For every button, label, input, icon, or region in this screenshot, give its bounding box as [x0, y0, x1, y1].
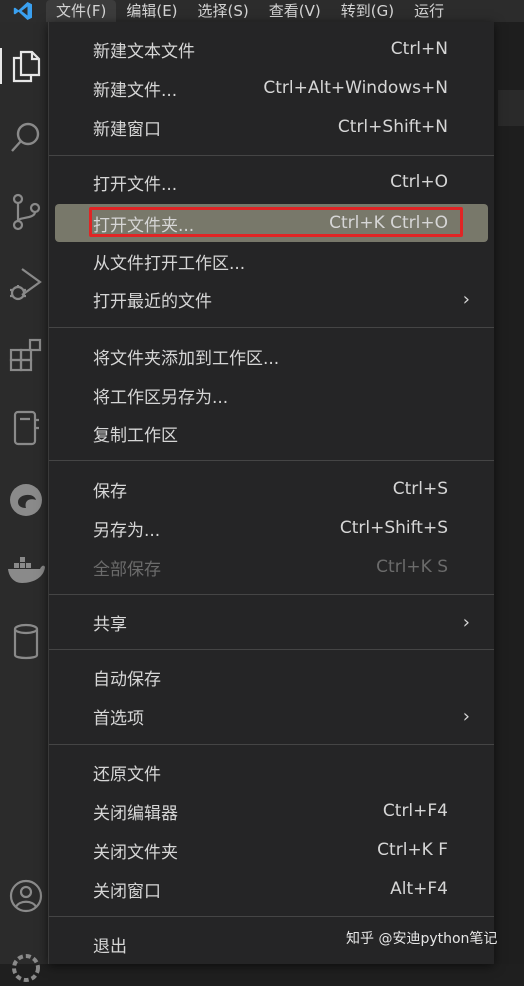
menu-item-save-workspace-as[interactable]: 将工作区另存为... — [55, 377, 488, 413]
menu-item-add-folder-to-workspace[interactable]: 将文件夹添加到工作区... — [55, 338, 488, 374]
database-icon[interactable] — [0, 620, 52, 664]
menu-item-close-folder[interactable]: 关闭文件夹 Ctrl+K F — [55, 832, 488, 868]
menu-separator — [49, 744, 494, 745]
menu-item-open-recent[interactable]: 打开最近的文件 › — [55, 281, 488, 317]
editor-tab-strip — [498, 90, 524, 126]
menu-item-auto-save[interactable]: 自动保存 — [55, 659, 488, 695]
chevron-right-icon: › — [462, 611, 470, 633]
menu-item-new-text-file[interactable]: 新建文本文件 Ctrl+N — [55, 31, 488, 67]
menu-item-new-file[interactable]: 新建文件... Ctrl+Alt+Windows+N — [55, 70, 488, 106]
file-menu-dropdown: 新建文本文件 Ctrl+N 新建文件... Ctrl+Alt+Windows+N… — [48, 22, 494, 964]
menu-separator — [49, 460, 494, 461]
docker-icon[interactable] — [0, 548, 52, 592]
menu-item-share[interactable]: 共享 › — [55, 604, 488, 640]
menu-go[interactable]: 转到(G) — [331, 0, 404, 22]
menu-item-preferences[interactable]: 首选项 › — [55, 698, 488, 734]
menu-selection[interactable]: 选择(S) — [188, 0, 259, 22]
menu-separator — [49, 594, 494, 595]
menu-item-close-editor[interactable]: 关闭编辑器 Ctrl+F4 — [55, 793, 488, 829]
menu-view[interactable]: 查看(V) — [259, 0, 331, 22]
menu-item-open-workspace-from-file[interactable]: 从文件打开工作区... — [55, 243, 488, 279]
menu-bar: 文件(F) 编辑(E) 选择(S) 查看(V) 转到(G) 运行 — [0, 0, 524, 22]
menu-file[interactable]: 文件(F) — [46, 0, 117, 22]
explorer-icon[interactable] — [0, 44, 52, 88]
source-control-icon[interactable] — [0, 190, 52, 234]
activity-bar — [0, 22, 52, 982]
run-debug-icon[interactable] — [0, 262, 52, 306]
menu-item-new-window[interactable]: 新建窗口 Ctrl+Shift+N — [55, 109, 488, 145]
extensions-icon[interactable] — [0, 334, 52, 378]
menu-item-save[interactable]: 保存 Ctrl+S — [55, 471, 488, 507]
menu-item-open-file[interactable]: 打开文件... Ctrl+O — [55, 164, 488, 200]
settings-icon[interactable] — [0, 942, 52, 986]
menu-item-revert-file[interactable]: 还原文件 — [55, 754, 488, 790]
menu-item-open-folder[interactable]: 打开文件夹... Ctrl+K Ctrl+O — [55, 204, 488, 242]
watermark: 知乎 @安迪python笔记 — [346, 931, 498, 947]
red-highlight-box — [89, 207, 463, 237]
menu-item-duplicate-workspace[interactable]: 复制工作区 — [55, 415, 488, 451]
vscode-logo-icon — [0, 0, 46, 22]
menu-item-save-as[interactable]: 另存为... Ctrl+Shift+S — [55, 510, 488, 546]
account-icon[interactable] — [0, 874, 52, 918]
chevron-right-icon: › — [462, 288, 470, 310]
menu-item-save-all: 全部保存 Ctrl+K S — [93, 557, 448, 580]
search-icon[interactable] — [0, 116, 52, 160]
menu-separator — [49, 649, 494, 650]
notebook-icon[interactable] — [0, 406, 52, 450]
menu-run[interactable]: 运行 — [404, 0, 454, 22]
menu-separator — [49, 916, 494, 917]
edge-icon[interactable] — [0, 478, 52, 522]
menu-separator — [49, 155, 494, 156]
menu-item-close-window[interactable]: 关闭窗口 Alt+F4 — [55, 871, 488, 907]
menu-separator — [49, 327, 494, 328]
menu-edit[interactable]: 编辑(E) — [116, 0, 187, 22]
chevron-right-icon: › — [462, 705, 470, 727]
